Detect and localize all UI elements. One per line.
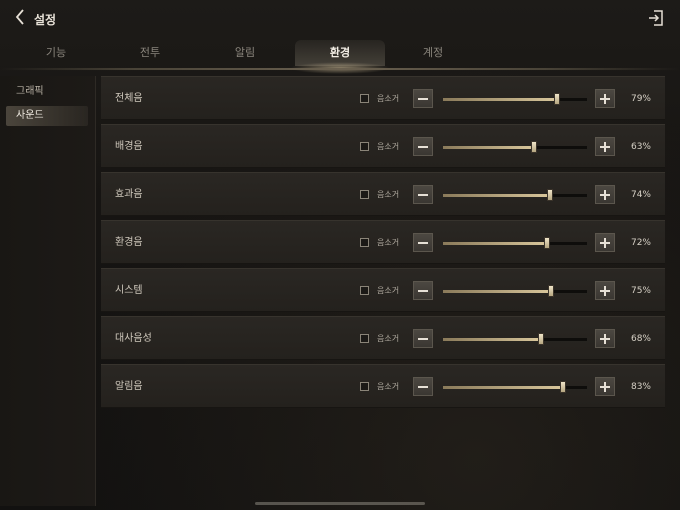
volume-row-effects: 효과음 음소거 74% [101,172,665,216]
slider-handle[interactable] [543,237,550,249]
slider-handle[interactable] [559,381,566,393]
tab-divider [0,68,680,70]
decrease-button[interactable] [413,377,433,396]
mute-label: 음소거 [377,238,400,247]
sidebar-divider [95,76,96,506]
back-button[interactable]: 설정 [14,8,64,30]
exit-button[interactable] [646,8,666,28]
decrease-button[interactable] [413,281,433,300]
increase-button[interactable] [595,137,615,156]
volume-value: 79% [630,94,651,104]
decrease-button[interactable] [413,185,433,204]
volume-value: 63% [630,142,651,152]
volume-value: 72% [630,238,651,248]
increase-button[interactable] [595,377,615,396]
mute-checkbox[interactable] [360,142,369,151]
header: 설정 [0,0,680,38]
volume-row-master: 전체음 음소거 79% [101,76,665,120]
increase-button[interactable] [595,89,615,108]
decrease-button[interactable] [413,233,433,252]
tab-combat[interactable]: 전투 [105,40,195,66]
mute-label: 음소거 [377,382,400,391]
row-label: 시스템 [115,285,143,296]
decrease-button[interactable] [413,89,433,108]
sidebar-item-graphics[interactable]: 그래픽 [6,82,88,102]
increase-button[interactable] [595,329,615,348]
slider-fill [443,242,547,245]
row-label: 배경음 [115,141,143,152]
tab-account[interactable]: 계정 [388,40,478,66]
mute-label: 음소거 [377,142,400,151]
mute-checkbox[interactable] [360,286,369,295]
row-label: 효과음 [115,189,143,200]
volume-slider[interactable] [443,285,587,297]
row-label: 환경음 [115,237,143,248]
mute-checkbox[interactable] [360,238,369,247]
volume-value: 68% [630,334,651,344]
volume-slider[interactable] [443,237,587,249]
volume-slider[interactable] [443,141,587,153]
slider-handle[interactable] [537,333,544,345]
volume-row-ambient: 환경음 음소거 72% [101,220,665,264]
volume-slider[interactable] [443,333,587,345]
slider-fill [443,194,550,197]
home-indicator [255,502,425,505]
mute-checkbox[interactable] [360,334,369,343]
volume-row-alert: 알림음 음소거 83% [101,364,665,408]
slider-fill [443,386,563,389]
slider-fill [443,98,557,101]
slider-handle[interactable] [530,141,537,153]
tab-function[interactable]: 기능 [11,40,101,66]
chevron-left-icon [14,8,26,30]
mute-label: 음소거 [377,286,400,295]
decrease-button[interactable] [413,137,433,156]
slider-handle[interactable] [548,285,554,297]
row-label: 대사음성 [115,333,152,344]
slider-handle[interactable] [546,189,553,201]
volume-value: 75% [630,286,651,296]
volume-row-voice: 대사음성 음소거 68% [101,316,665,360]
volume-row-background: 배경음 음소거 63% [101,124,665,168]
exit-icon [646,10,666,32]
mute-checkbox[interactable] [360,190,369,199]
settings-screen: 설정 기능 전투 알림 환경 계정 그래픽 사운드 전체음 음소거 79% 배경… [0,0,680,510]
sidebar: 그래픽 사운드 [0,76,95,506]
row-label: 전체음 [115,93,143,104]
volume-value: 74% [630,190,651,200]
mute-checkbox[interactable] [360,382,369,391]
mute-label: 음소거 [377,190,400,199]
row-label: 알림음 [115,381,143,392]
decrease-button[interactable] [413,329,433,348]
increase-button[interactable] [595,281,615,300]
volume-slider[interactable] [443,93,587,105]
mute-label: 음소거 [377,94,400,103]
slider-handle[interactable] [553,93,560,105]
mute-label: 음소거 [377,334,400,343]
volume-value: 83% [630,382,651,392]
mute-checkbox[interactable] [360,94,369,103]
sidebar-item-sound[interactable]: 사운드 [6,106,88,126]
page-title: 설정 [34,12,57,27]
volume-row-system: 시스템 음소거 75% [101,268,665,312]
slider-fill [443,338,541,341]
tab-notification[interactable]: 알림 [200,40,290,66]
volume-slider[interactable] [443,189,587,201]
volume-slider[interactable] [443,381,587,393]
increase-button[interactable] [595,185,615,204]
slider-fill [443,146,534,149]
slider-fill [443,290,551,293]
increase-button[interactable] [595,233,615,252]
